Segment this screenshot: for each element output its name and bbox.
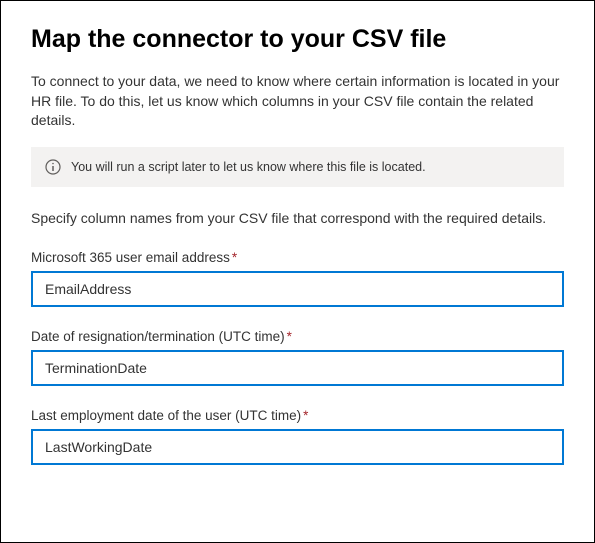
label-text: Date of resignation/termination (UTC tim… bbox=[31, 329, 285, 344]
email-column-input[interactable] bbox=[31, 271, 564, 307]
info-banner-text: You will run a script later to let us kn… bbox=[71, 160, 426, 174]
field-label-email: Microsoft 365 user email address* bbox=[31, 250, 564, 265]
info-banner: You will run a script later to let us kn… bbox=[31, 147, 564, 187]
lastworking-column-input[interactable] bbox=[31, 429, 564, 465]
required-asterisk: * bbox=[232, 250, 237, 265]
info-icon bbox=[45, 159, 61, 175]
label-text: Last employment date of the user (UTC ti… bbox=[31, 408, 301, 423]
page-title: Map the connector to your CSV file bbox=[31, 25, 564, 54]
termination-column-input[interactable] bbox=[31, 350, 564, 386]
field-label-lastworking: Last employment date of the user (UTC ti… bbox=[31, 408, 564, 423]
section-text: Specify column names from your CSV file … bbox=[31, 209, 564, 229]
required-asterisk: * bbox=[287, 329, 292, 344]
field-group-email: Microsoft 365 user email address* bbox=[31, 250, 564, 307]
label-text: Microsoft 365 user email address bbox=[31, 250, 230, 265]
field-label-termination: Date of resignation/termination (UTC tim… bbox=[31, 329, 564, 344]
required-asterisk: * bbox=[303, 408, 308, 423]
intro-text: To connect to your data, we need to know… bbox=[31, 72, 564, 131]
field-group-lastworking: Last employment date of the user (UTC ti… bbox=[31, 408, 564, 465]
field-group-termination: Date of resignation/termination (UTC tim… bbox=[31, 329, 564, 386]
